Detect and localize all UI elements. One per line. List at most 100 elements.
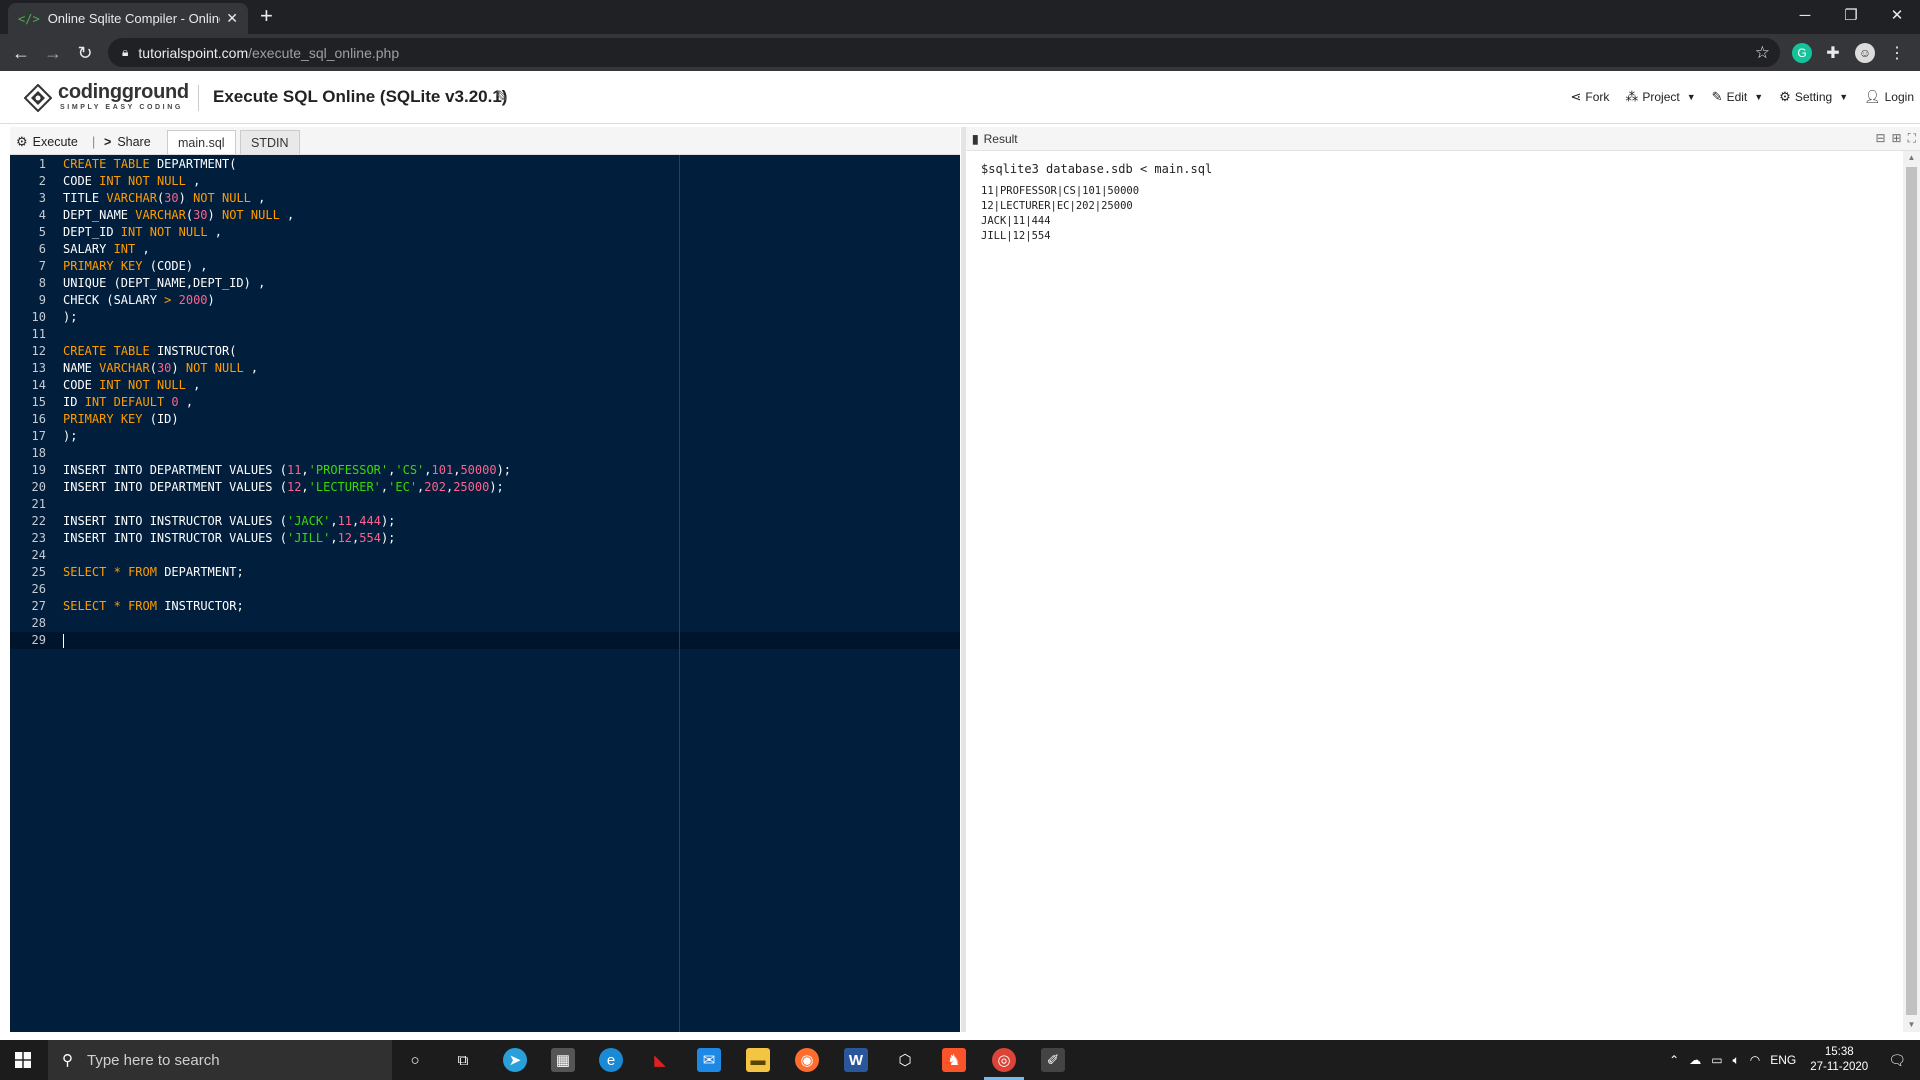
fork-menu[interactable]: ⋖ Fork (1570, 89, 1609, 105)
code-line[interactable]: 28 (10, 615, 960, 632)
tab-stdin[interactable]: STDIN (240, 130, 300, 154)
close-tab-icon[interactable]: ✕ (226, 10, 238, 27)
restore-window-button[interactable]: ❐ (1828, 0, 1874, 30)
code-line[interactable]: 5 DEPT_ID INT NOT NULL , (10, 224, 960, 241)
code-line[interactable]: 2 CODE INT NOT NULL , (10, 173, 960, 190)
telegram-icon[interactable]: ➤ (503, 1048, 527, 1072)
forward-arrow-icon[interactable]: → (40, 40, 66, 66)
scrollbar-thumb[interactable] (1906, 167, 1917, 1015)
scroll-up-arrow-icon[interactable]: ▲ (1903, 151, 1920, 165)
fullscreen-icon[interactable]: ⛶ (1908, 131, 1916, 146)
code-line[interactable]: 24 (10, 547, 960, 564)
code-line[interactable]: 21 (10, 496, 960, 513)
tray-chevron-icon[interactable]: ⌃ (1669, 1053, 1679, 1067)
paint-app-icon[interactable]: ✐ (1041, 1048, 1065, 1072)
line-number: 4 (38, 208, 46, 222)
edit-menu[interactable]: ✎ Edit ▼ (1712, 89, 1764, 105)
code-line[interactable]: 15 ID INT DEFAULT 0 , (10, 394, 960, 411)
taskbar-clock[interactable]: 15:38 27-11-2020 (1810, 1045, 1868, 1075)
red-app-icon[interactable]: ◣ (648, 1048, 672, 1072)
tab-main-sql[interactable]: main.sql (167, 130, 236, 154)
code-line[interactable]: 19 INSERT INTO DEPARTMENT VALUES (11,'PRO… (10, 462, 960, 479)
new-tab-button[interactable]: + (260, 5, 273, 27)
setting-menu[interactable]: ⚙ Setting ▼ (1779, 89, 1848, 105)
wifi-icon[interactable]: ◠ (1750, 1053, 1760, 1067)
firefox-icon[interactable]: ◉ (795, 1048, 819, 1072)
code-line[interactable]: 7 PRIMARY KEY (CODE) , (10, 258, 960, 275)
code-line[interactable]: 25 SELECT * FROM DEPARTMENT; (10, 564, 960, 581)
bookmark-star-icon[interactable]: ☆ (1755, 43, 1770, 63)
browser-menu-icon[interactable]: ⋮ (1887, 43, 1907, 63)
brave-icon[interactable]: ♞ (942, 1048, 966, 1072)
extensions-puzzle-icon[interactable]: ✚ (1823, 43, 1843, 63)
header-divider (198, 85, 199, 111)
task-view-icon[interactable]: ⧉ (451, 1048, 475, 1072)
edge-icon[interactable]: e (599, 1048, 623, 1072)
code-line[interactable]: 13 NAME VARCHAR(30) NOT NULL , (10, 360, 960, 377)
result-scrollbar[interactable]: ▲ ▼ (1903, 151, 1920, 1032)
code-editor[interactable]: 1 CREATE TABLE DEPARTMENT(2 CODE INT NOT N… (10, 155, 960, 1032)
edit-title-icon[interactable]: ✎ (495, 87, 508, 107)
word-icon[interactable]: W (844, 1048, 868, 1072)
code-line[interactable]: 29 (10, 632, 960, 649)
code-line[interactable]: 6 SALARY INT , (10, 241, 960, 258)
url-path: /execute_sql_online.php (248, 44, 400, 61)
onedrive-icon[interactable]: ☁ (1689, 1053, 1701, 1067)
volume-icon[interactable]: 🔈︎ (1733, 1053, 1740, 1068)
close-window-button[interactable]: ✕ (1874, 0, 1920, 30)
code-line[interactable]: 1 CREATE TABLE DEPARTMENT( (10, 156, 960, 173)
mail-icon[interactable]: ✉ (697, 1048, 721, 1072)
collapse-icon[interactable]: ⊟ (1875, 131, 1885, 146)
code-line[interactable]: 14 CODE INT NOT NULL , (10, 377, 960, 394)
language-indicator[interactable]: ENG (1770, 1053, 1796, 1067)
minimize-window-button[interactable]: ─ (1782, 0, 1828, 30)
line-number: 27 (31, 599, 46, 613)
code-line[interactable]: 10); (10, 309, 960, 326)
line-number: 18 (31, 446, 46, 460)
line-number: 13 (31, 361, 46, 375)
code-line[interactable]: 8 UNIQUE (DEPT_NAME,DEPT_ID) , (10, 275, 960, 292)
chrome-icon[interactable]: ◎ (992, 1048, 1016, 1072)
grammarly-extension-icon[interactable]: G (1792, 43, 1812, 63)
notifications-icon[interactable]: 🗨︎ (1888, 1052, 1906, 1069)
code-line[interactable]: 4 DEPT_NAME VARCHAR(30) NOT NULL , (10, 207, 960, 224)
execute-button[interactable]: ⚙ Execute (16, 130, 78, 154)
code-favicon-icon: </> (18, 11, 40, 26)
code-line[interactable]: 12 CREATE TABLE INSTRUCTOR( (10, 343, 960, 360)
windows-start-button[interactable] (0, 1040, 46, 1080)
taskbar-search[interactable]: ⚲ Type here to search (48, 1040, 392, 1080)
code-line[interactable]: 3 TITLE VARCHAR(30) NOT NULL , (10, 190, 960, 207)
cortana-icon[interactable]: ○ (403, 1048, 427, 1072)
code-line[interactable]: 20 INSERT INTO DEPARTMENT VALUES (12,'LEC… (10, 479, 960, 496)
code-line[interactable]: 22 INSERT INTO INSTRUCTOR VALUES ('JACK',… (10, 513, 960, 530)
login-menu[interactable]: 👤︎ Login (1864, 89, 1914, 105)
result-panel: ▮ Result ⊟ ⊞ ⛶ $sqlite3 database.sdb < m… (966, 127, 1920, 1032)
scroll-down-arrow-icon[interactable]: ▼ (1903, 1018, 1920, 1032)
browser-tab[interactable]: </> Online Sqlite Compiler - Online S ✕ (8, 3, 248, 34)
code-line-text: TITLE VARCHAR(30) NOT NULL , (63, 191, 266, 205)
browser-toolbar: ← → ↻ 🔒︎ tutorialspoint.com /execute_sql… (0, 34, 1920, 71)
back-arrow-icon[interactable]: ← (8, 40, 34, 66)
code-line[interactable]: 26 (10, 581, 960, 598)
codingground-logo[interactable]: codingground SIMPLY EASY CODING (24, 80, 192, 116)
code-line[interactable]: 27 SELECT * FROM INSTRUCTOR; (10, 598, 960, 615)
reload-icon[interactable]: ↻ (72, 40, 98, 66)
editor-toolbar: ⚙ Execute | > Share main.sql STDIN (10, 127, 960, 155)
share-button[interactable]: > Share (104, 130, 151, 154)
code-line[interactable]: 9 CHECK (SALARY > 2000) (10, 292, 960, 309)
expand-icon[interactable]: ⊞ (1892, 131, 1902, 146)
code-line[interactable]: 18 (10, 445, 960, 462)
result-command: $sqlite3 database.sdb < main.sql (981, 162, 1213, 176)
battery-icon[interactable]: ▭ (1711, 1053, 1722, 1067)
project-menu[interactable]: ⁂ Project ▼ (1625, 89, 1695, 105)
virtualbox-icon[interactable]: ⬡ (893, 1048, 917, 1072)
code-line[interactable]: 23 INSERT INTO INSTRUCTOR VALUES ('JILL',… (10, 530, 960, 547)
code-line[interactable]: 17); (10, 428, 960, 445)
code-line[interactable]: 16 PRIMARY KEY (ID) (10, 411, 960, 428)
microsoft-store-icon[interactable]: ▦ (551, 1048, 575, 1072)
file-explorer-icon[interactable]: ▬ (746, 1048, 770, 1072)
code-line[interactable]: 11 (10, 326, 960, 343)
address-bar[interactable]: 🔒︎ tutorialspoint.com /execute_sql_onlin… (108, 38, 1780, 67)
page-title: Execute SQL Online (SQLite v3.20.1) (213, 87, 508, 106)
profile-avatar[interactable]: ☺ (1855, 43, 1875, 63)
